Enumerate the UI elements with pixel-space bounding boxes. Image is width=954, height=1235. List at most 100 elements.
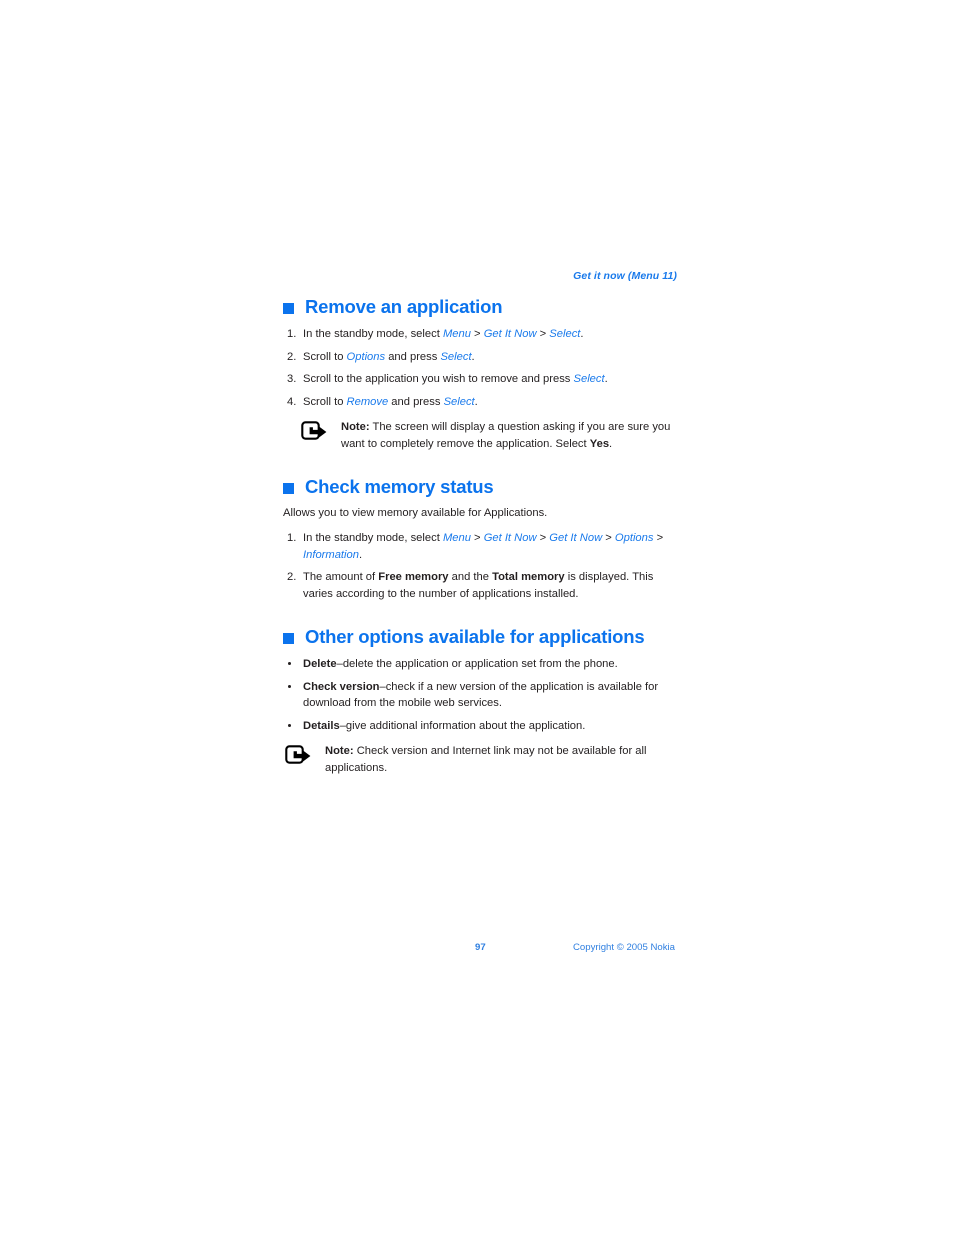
step-text: Scroll to the application you wish to re… — [303, 373, 608, 385]
plain-text: Scroll to — [303, 350, 347, 363]
plain-text: . — [471, 350, 475, 363]
emphasis-text: Free memory — [378, 571, 449, 583]
bullet-text: Details–give additional information abou… — [303, 720, 585, 732]
menu-reference: Remove — [346, 395, 389, 408]
menu-reference: Get It Now — [483, 532, 537, 544]
list-item: Delete–delete the application or applica… — [283, 656, 677, 673]
list-item: 1. In the standby mode, select Menu > Ge… — [283, 530, 677, 563]
path-separator: > — [470, 328, 484, 340]
list-item: 1. In the standby mode, select Menu > Ge… — [283, 326, 677, 343]
menu-reference: Select — [549, 328, 581, 340]
list-item: 3. Scroll to the application you wish to… — [283, 371, 677, 388]
menu-reference: Options — [614, 532, 654, 544]
section-intro-text: Allows you to view memory available for … — [283, 507, 548, 519]
emphasis-text: Note: — [341, 421, 370, 433]
step-number: 2. — [287, 350, 297, 363]
bullet-list-other-options: Delete–delete the application or applica… — [283, 656, 677, 734]
path-separator: > — [653, 532, 664, 544]
step-number: 1. — [287, 532, 297, 544]
path-separator: > — [536, 532, 550, 544]
plain-text: and the — [448, 571, 493, 583]
menu-reference: Select — [440, 350, 472, 363]
note-text: Note: Check version and Internet link ma… — [325, 743, 677, 776]
plain-text: . — [580, 328, 584, 340]
menu-reference: Get It Now — [549, 532, 603, 544]
section-title: Remove an application — [305, 296, 503, 317]
plain-text: –give additional information about the a… — [339, 719, 586, 732]
plain-text: Scroll to — [303, 395, 347, 408]
square-bullet-icon — [283, 482, 294, 494]
steps-list-remove: 1. In the standby mode, select Menu > Ge… — [283, 326, 677, 410]
path-separator: > — [602, 532, 615, 544]
step-number: 4. — [287, 395, 297, 408]
section-heading: Remove an application — [283, 296, 677, 318]
page-content: Get it now (Menu 11) Remove an applicati… — [283, 270, 677, 776]
menu-reference: Information — [303, 548, 359, 561]
bullet-dot-icon — [288, 662, 292, 666]
emphasis-text: Yes — [589, 437, 610, 450]
running-header: Get it now (Menu 11) — [573, 270, 677, 282]
note-block: Note: Check version and Internet link ma… — [285, 743, 677, 776]
list-item: 4. Scroll to Remove and press Select. — [283, 394, 677, 411]
menu-reference: Menu — [442, 328, 471, 340]
square-bullet-icon — [283, 302, 294, 314]
emphasis-text: Total memory — [492, 571, 565, 583]
bullet-text: Check version–check if a new version of … — [303, 681, 658, 710]
section-remove-an-application: Remove an application 1. In the standby … — [283, 296, 677, 452]
note-arrow-icon — [285, 745, 312, 767]
plain-text: . — [358, 548, 363, 561]
menu-reference: Options — [346, 350, 386, 363]
list-item: Details–give additional information abou… — [283, 718, 677, 735]
plain-text: The amount of — [303, 571, 379, 583]
step-number: 3. — [287, 373, 297, 385]
section-title: Check memory status — [305, 476, 494, 497]
plain-text: Check version and Internet link may not … — [325, 745, 647, 774]
square-bullet-icon — [283, 632, 294, 644]
copyright-notice: Copyright © 2005 Nokia — [573, 942, 675, 953]
step-text: In the standby mode, select Menu > Get I… — [303, 328, 584, 340]
plain-text: and press — [388, 395, 444, 408]
section-heading: Check memory status — [283, 476, 677, 498]
plain-text: . — [604, 373, 608, 385]
plain-text: The screen will display a question askin… — [341, 421, 671, 450]
step-text: The amount of Free memory and the Total … — [303, 571, 653, 600]
menu-reference: Get It Now — [483, 328, 537, 340]
note-block: Note: The screen will display a question… — [301, 419, 677, 452]
list-item: 2. Scroll to Options and press Select. — [283, 349, 677, 366]
menu-reference: Select — [443, 395, 475, 408]
plain-text: . — [609, 437, 613, 450]
emphasis-text: Delete — [303, 658, 337, 670]
plain-text: In the standby mode, select — [303, 328, 443, 340]
note-arrow-icon — [301, 421, 328, 443]
emphasis-text: Note: — [325, 745, 354, 757]
menu-reference: Select — [573, 373, 605, 385]
bullet-dot-icon — [288, 723, 292, 727]
step-text: Scroll to Options and press Select. — [303, 351, 475, 363]
emphasis-text: Details — [303, 719, 340, 732]
section-heading: Other options available for applications — [283, 626, 677, 648]
step-text: In the standby mode, select Menu > Get I… — [303, 532, 663, 561]
plain-text: and press — [385, 350, 441, 363]
bullet-dot-icon — [288, 684, 292, 688]
step-number: 2. — [287, 571, 297, 583]
section-other-options: Other options available for applications… — [283, 626, 677, 776]
list-item: Check version–check if a new version of … — [283, 679, 677, 712]
page-number: 97 — [475, 942, 486, 953]
list-item: 2. The amount of Free memory and the Tot… — [283, 569, 677, 602]
menu-reference: Menu — [442, 532, 471, 544]
bullet-text: Delete–delete the application or applica… — [303, 658, 618, 670]
section-check-memory-status: Check memory status Allows you to view m… — [283, 476, 677, 602]
path-separator: > — [536, 328, 550, 340]
plain-text: –delete the application or application s… — [336, 658, 618, 670]
note-text: Note: The screen will display a question… — [341, 419, 677, 452]
page-footer: 97 Copyright © 2005 Nokia — [283, 941, 677, 955]
plain-text: . — [474, 395, 478, 408]
steps-list-memory: 1. In the standby mode, select Menu > Ge… — [283, 530, 677, 602]
plain-text: Scroll to the application you wish to re… — [303, 373, 574, 385]
emphasis-text: Check version — [303, 680, 380, 693]
section-title: Other options available for applications — [305, 626, 645, 647]
plain-text: In the standby mode, select — [303, 532, 443, 544]
step-text: Scroll to Remove and press Select. — [303, 396, 478, 408]
step-number: 1. — [287, 328, 297, 340]
path-separator: > — [470, 532, 484, 544]
